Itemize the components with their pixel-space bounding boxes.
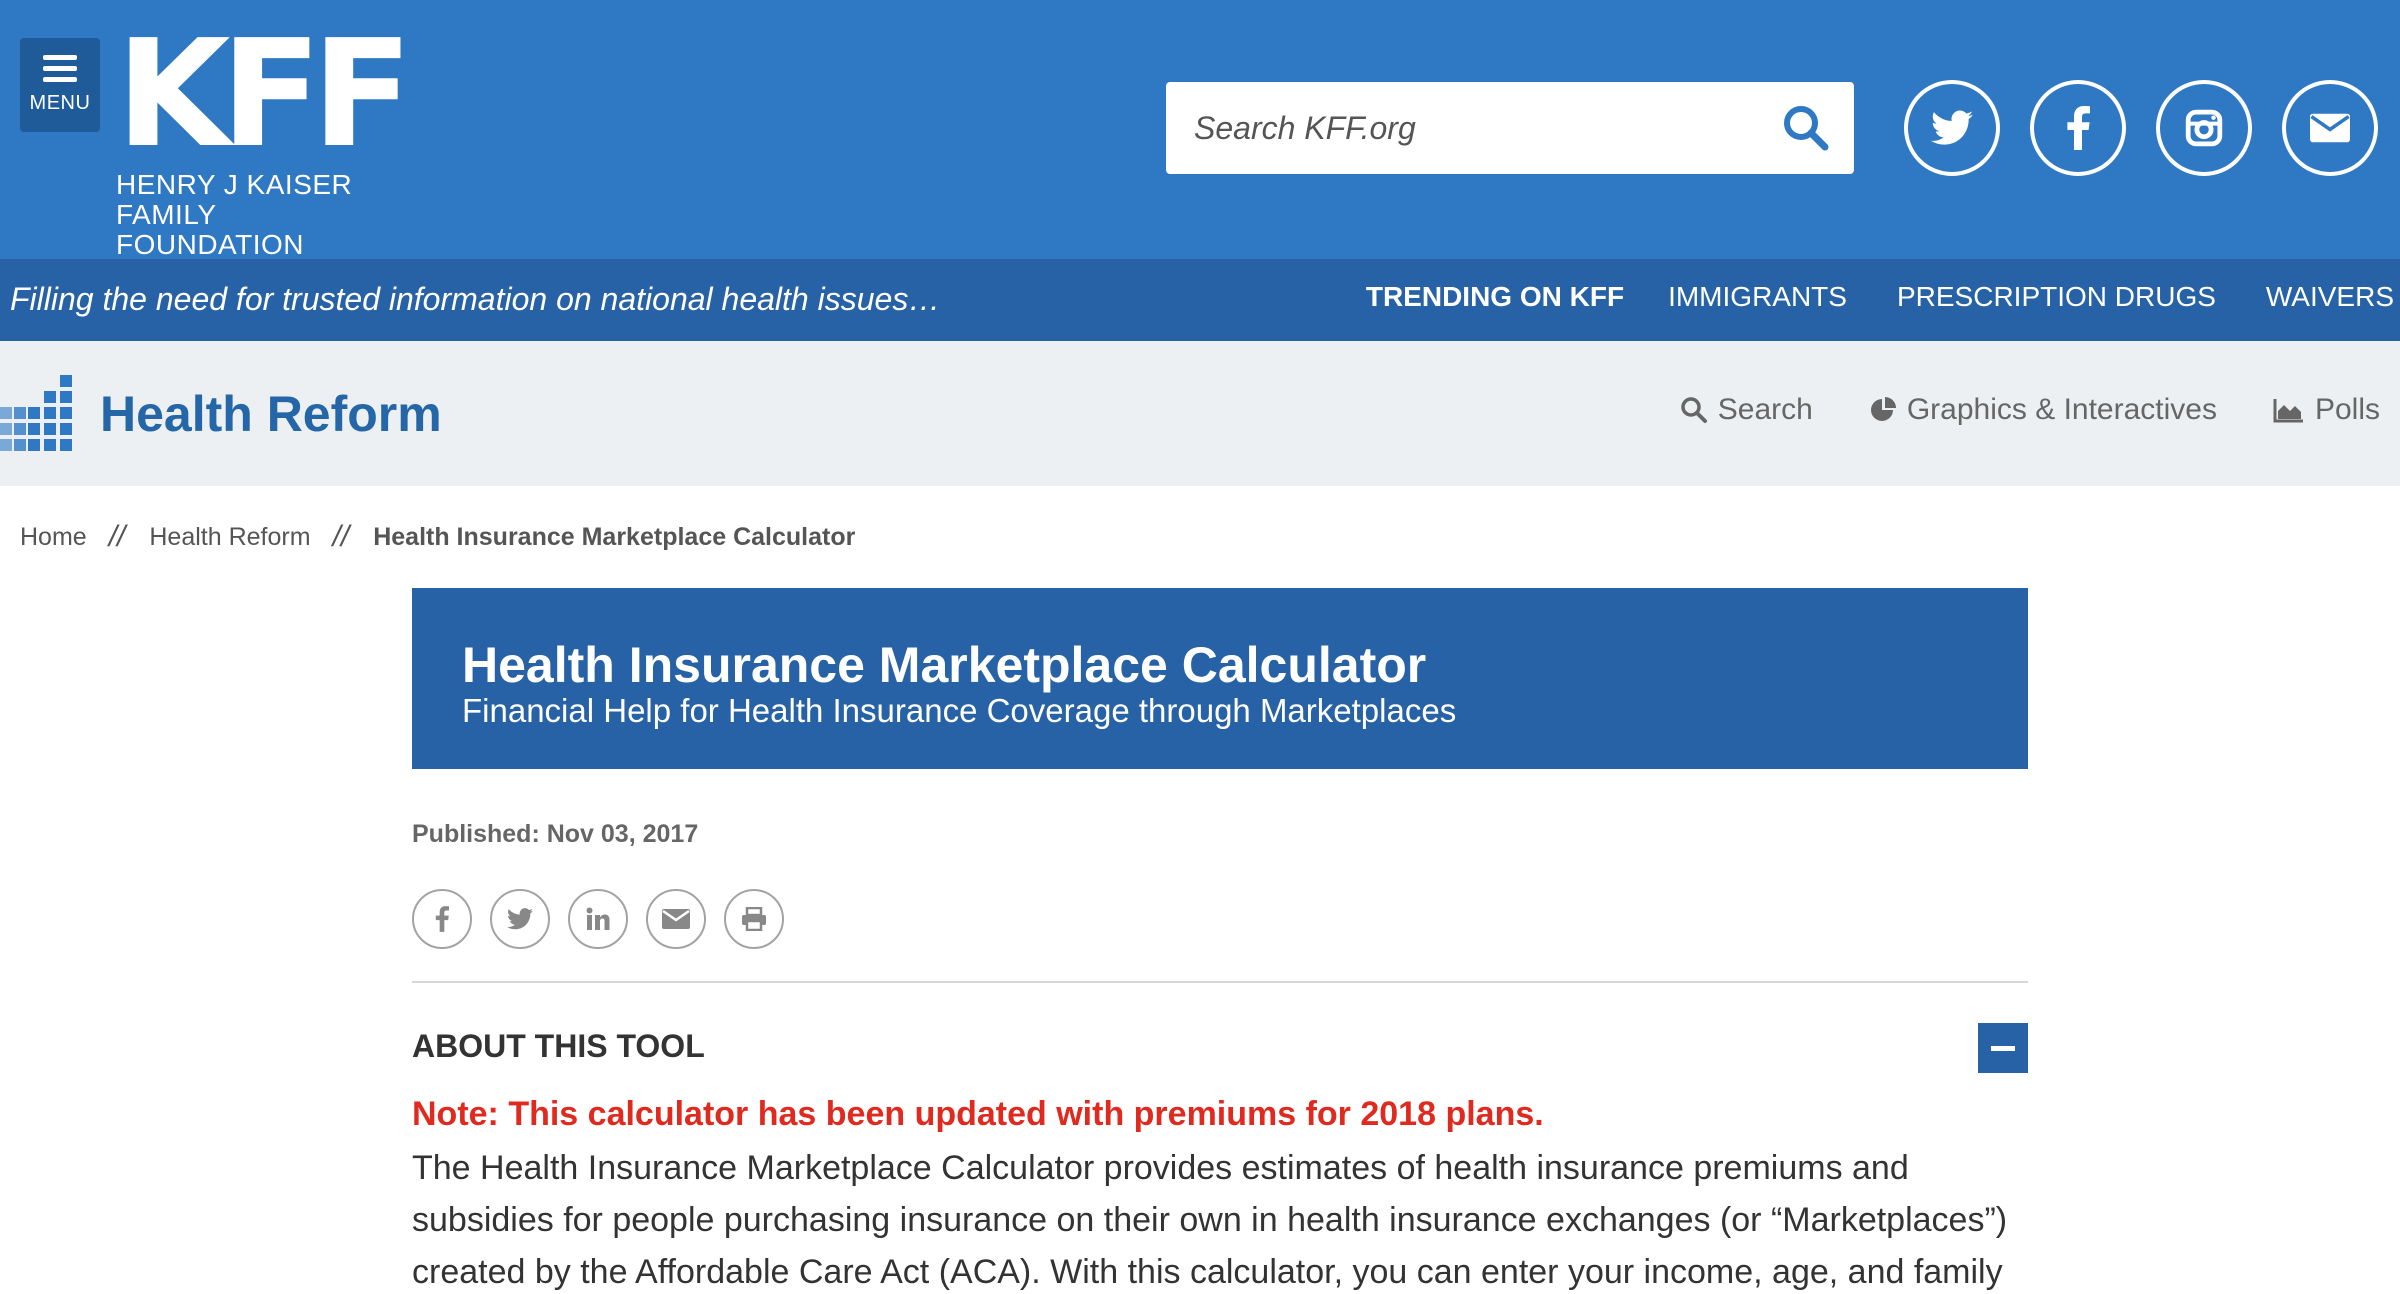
breadcrumb-current: Health Insurance Marketplace Calculator <box>373 522 856 551</box>
logo-line-2: FAMILY FOUNDATION <box>116 199 305 260</box>
facebook-icon <box>435 906 449 932</box>
page: MENU KFF HENRY J KAISER FAMILY FOUNDATIO… <box>0 0 2400 1294</box>
menu-label: MENU <box>29 92 91 114</box>
top-header: MENU KFF HENRY J KAISER FAMILY FOUNDATIO… <box>0 0 2400 260</box>
collapse-button[interactable] <box>1978 1023 2028 1073</box>
area-chart-icon <box>2273 399 2303 423</box>
share-print-button[interactable] <box>724 889 784 949</box>
section-bar: Health Reform Search Graphics & Interact… <box>0 341 2400 486</box>
share-twitter-button[interactable] <box>490 889 550 949</box>
email-button[interactable] <box>2282 80 2378 176</box>
search-input[interactable] <box>1194 100 1754 156</box>
page-title: Health Insurance Marketplace Calculator <box>462 637 1427 693</box>
trending-link-prescription-drugs[interactable]: PRESCRIPTION DRUGS <box>1897 281 2216 313</box>
trending-link-waivers[interactable]: WAIVERS <box>2266 281 2394 313</box>
email-icon <box>662 909 690 929</box>
section-nav-polls-label: Polls <box>2314 393 2380 426</box>
divider <box>412 981 2028 983</box>
site-search <box>1166 82 1854 174</box>
twitter-icon <box>1931 110 1973 145</box>
hamburger-icon <box>43 55 77 82</box>
menu-button[interactable]: MENU <box>20 38 100 132</box>
logo-mark: KFF <box>116 8 413 180</box>
page-subtitle: Financial Help for Health Insurance Cove… <box>462 692 1457 729</box>
share-facebook-button[interactable] <box>412 889 472 949</box>
section-nav-graphics-label: Graphics & Interactives <box>1906 393 2217 426</box>
kff-logo[interactable]: KFF HENRY J KAISER FAMILY FOUNDATION <box>116 8 413 260</box>
tagline: Filling the need for trusted information… <box>10 281 941 317</box>
trending-title: TRENDING ON KFF <box>1365 281 1625 312</box>
section-title[interactable]: Health Reform <box>100 385 442 443</box>
share-linkedin-button[interactable] <box>568 889 628 949</box>
twitter-icon <box>507 908 533 930</box>
section-nav-polls[interactable]: Polls <box>2273 393 2380 427</box>
tagline-bar: Filling the need for trusted information… <box>0 259 2400 341</box>
instagram-button[interactable] <box>2156 80 2252 176</box>
section-nav-graphics[interactable]: Graphics & Interactives <box>1869 393 2217 427</box>
pie-chart-icon <box>1870 397 1896 421</box>
instagram-icon <box>2185 109 2223 147</box>
breadcrumb-health-reform[interactable]: Health Reform <box>149 523 310 552</box>
breadcrumb-separator: // <box>108 520 126 553</box>
share-email-button[interactable] <box>646 889 706 949</box>
section-nav: Search Graphics & Interactives Polls <box>1624 393 2380 427</box>
search-icon <box>1681 397 1707 423</box>
section-nav-search[interactable]: Search <box>1680 393 1813 427</box>
about-heading: ABOUT THIS TOOL <box>412 1028 705 1064</box>
trending-link-immigrants[interactable]: IMMIGRANTS <box>1668 281 1847 313</box>
facebook-icon <box>2067 106 2090 150</box>
health-reform-icon <box>0 375 72 451</box>
print-icon <box>742 907 766 931</box>
breadcrumb-home[interactable]: Home <box>20 523 87 552</box>
email-icon <box>2310 113 2350 143</box>
update-note: Note: This calculator has been updated w… <box>412 1095 1544 1133</box>
share-bar <box>412 889 802 949</box>
breadcrumb: Home // Health Reform // Health Insuranc… <box>20 520 855 554</box>
intro-paragraph: The Health Insurance Marketplace Calcula… <box>412 1149 2008 1291</box>
published-date: Published: Nov 03, 2017 <box>412 820 699 848</box>
trending-nav: TRENDING ON KFF IMMIGRANTS PRESCRIPTION … <box>1366 281 2400 313</box>
section-nav-search-label: Search <box>1717 393 1813 426</box>
search-icon <box>1784 106 1829 151</box>
search-button[interactable] <box>1780 102 1832 154</box>
twitter-button[interactable] <box>1904 80 2000 176</box>
title-banner: Health Insurance Marketplace Calculator … <box>412 588 2028 769</box>
minus-icon <box>1991 1045 2015 1051</box>
linkedin-icon <box>586 907 610 930</box>
breadcrumb-separator: // <box>332 520 350 553</box>
facebook-button[interactable] <box>2030 80 2126 176</box>
